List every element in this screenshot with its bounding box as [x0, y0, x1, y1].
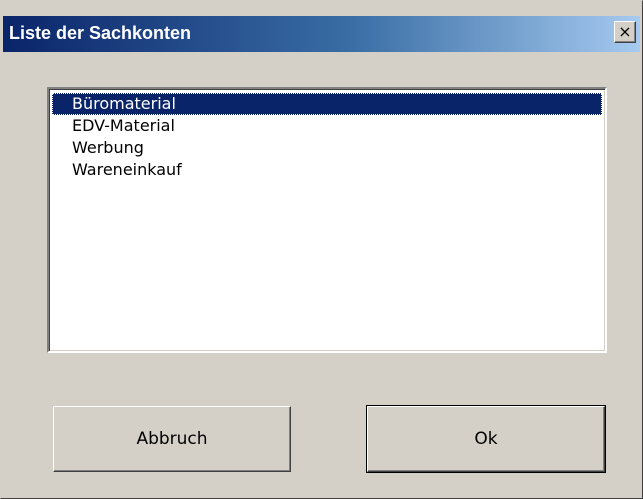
- list-item-label: Büromaterial: [72, 94, 176, 113]
- close-button[interactable]: ×: [614, 21, 636, 43]
- close-icon: ×: [618, 22, 632, 41]
- window-title: Liste der Sachkonten: [9, 23, 192, 43]
- ok-button[interactable]: Ok: [366, 405, 606, 473]
- dialog-window: Liste der Sachkonten × Büromaterial EDV-…: [0, 0, 643, 499]
- list-item-label: Werbung: [72, 138, 144, 157]
- list-item-label: Wareneinkauf: [72, 160, 182, 179]
- title-bar[interactable]: Liste der Sachkonten ×: [3, 16, 640, 52]
- cancel-button-label: Abbruch: [136, 429, 208, 449]
- account-listbox[interactable]: Büromaterial EDV-Material Werbung Warene…: [47, 87, 607, 353]
- list-item-label: EDV-Material: [72, 116, 175, 135]
- list-item-wareneinkauf[interactable]: Wareneinkauf: [52, 159, 602, 181]
- list-item-edv-material[interactable]: EDV-Material: [52, 115, 602, 137]
- cancel-button[interactable]: Abbruch: [53, 406, 291, 472]
- list-item-bueromaterial[interactable]: Büromaterial: [52, 93, 602, 115]
- ok-button-label: Ok: [474, 429, 498, 449]
- list-item-werbung[interactable]: Werbung: [52, 137, 602, 159]
